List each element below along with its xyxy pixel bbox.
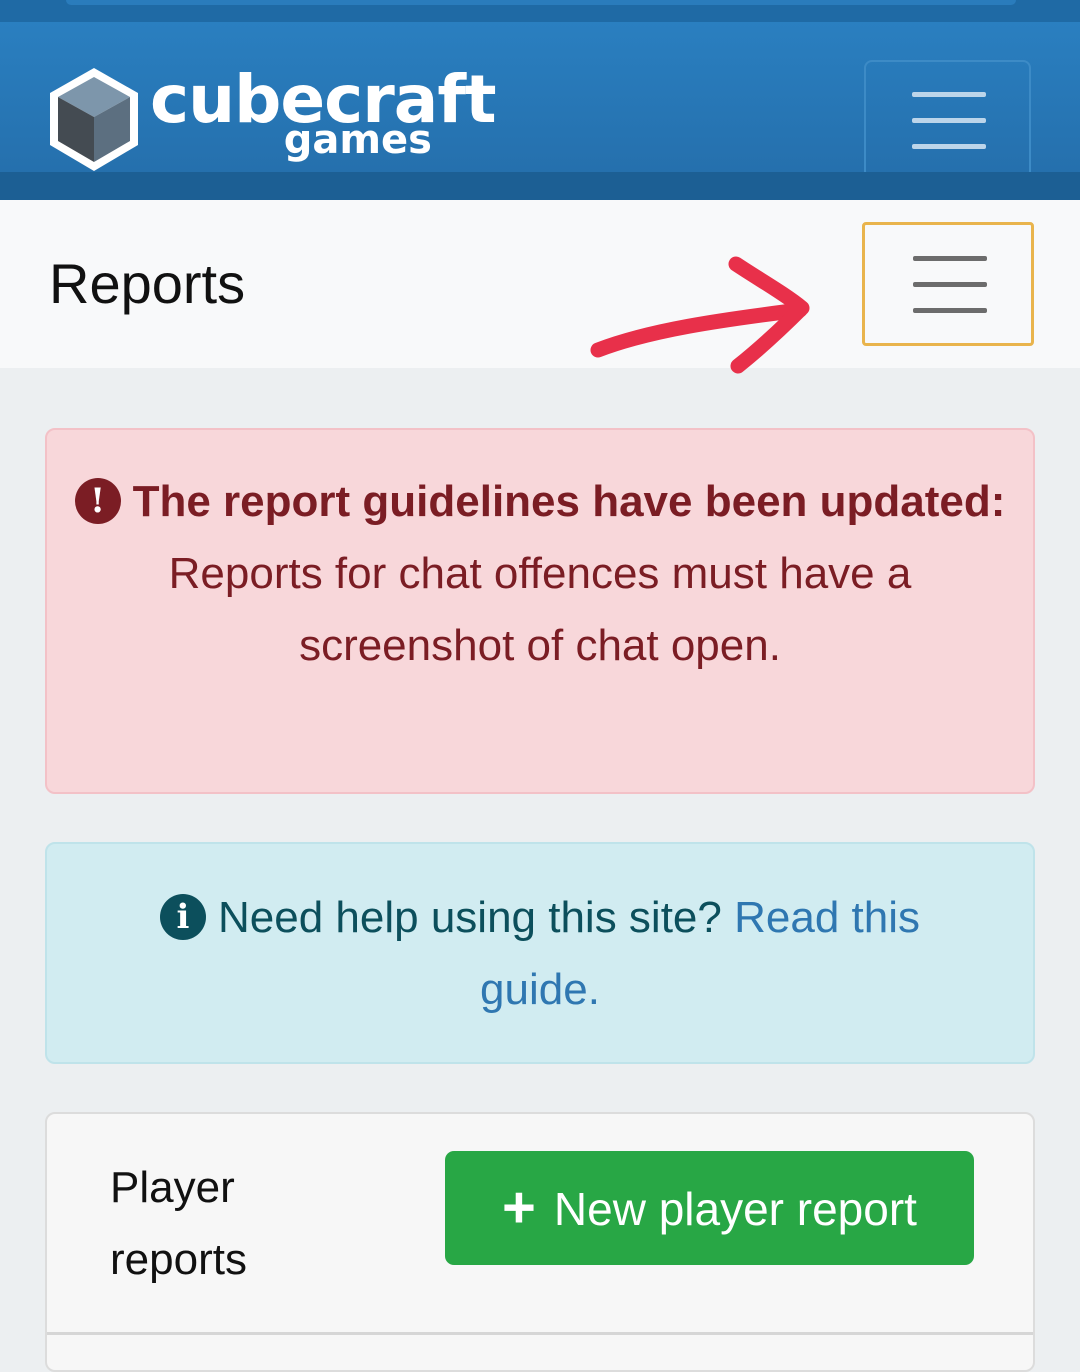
- new-player-report-button[interactable]: + New player report: [445, 1151, 974, 1265]
- exclamation-circle-icon: !: [74, 478, 121, 524]
- help-text: Need help using this site?: [218, 893, 735, 942]
- help-row: i Need help using this site? Read this gu…: [47, 882, 1033, 1026]
- brand-logo[interactable]: cubecraft games: [46, 64, 497, 179]
- top-strip-inner: [66, 0, 1016, 5]
- brand-sub: games: [283, 117, 432, 163]
- info-circle-icon: i: [160, 894, 206, 940]
- player-reports-title: Player reports: [110, 1163, 247, 1284]
- menu-icon: [912, 92, 986, 170]
- plus-icon: +: [502, 1175, 536, 1240]
- navbar-bottom-band: [0, 172, 1080, 200]
- page-title: Reports: [49, 252, 246, 315]
- card-divider: [47, 1332, 1033, 1335]
- menu-icon: [913, 256, 987, 334]
- guidelines-alert: ! The report guidelines have been updated…: [45, 428, 1035, 794]
- navbar: cubecraft games: [0, 22, 1080, 179]
- navbar-menu-button[interactable]: [864, 60, 1031, 179]
- new-player-report-label: New player report: [553, 1183, 917, 1235]
- player-reports-card: Player reports + New player report: [45, 1112, 1035, 1372]
- guidelines-title: The report guidelines have been updated:: [132, 477, 1006, 526]
- reports-menu-button[interactable]: [862, 222, 1034, 346]
- guidelines-body: Reports for chat offences must have a sc…: [168, 549, 912, 670]
- cube-logo-icon: [50, 68, 138, 171]
- sub-header: Reports: [0, 200, 1080, 368]
- guidelines-title-row: ! The report guidelines have been updated…: [47, 466, 1033, 538]
- annotation-arrow-icon: [590, 256, 810, 374]
- help-alert: i Need help using this site? Read this gu…: [45, 842, 1035, 1064]
